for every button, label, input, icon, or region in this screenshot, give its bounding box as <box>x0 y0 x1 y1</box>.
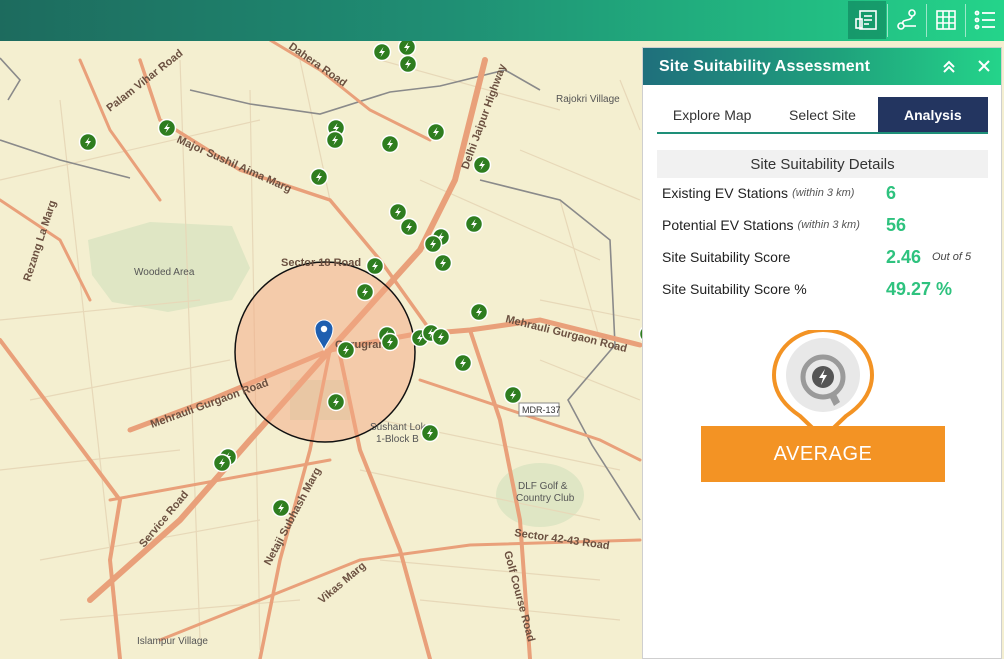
map-label: Sector 18 Road <box>281 257 361 269</box>
ev-station-icon[interactable] <box>399 217 419 237</box>
ev-station-icon[interactable] <box>380 134 400 154</box>
row-value: 6 <box>886 182 897 203</box>
ev-station-icon[interactable] <box>326 392 346 412</box>
report-icon[interactable] <box>848 1 886 39</box>
route-icon[interactable] <box>888 1 926 39</box>
map-label: Islampur Village <box>137 636 208 647</box>
map-label: 1-Block B <box>376 434 419 445</box>
row-value: 56 <box>886 214 907 235</box>
suitability-percent-row: Site Suitability Score % 49.27 % <box>662 277 992 301</box>
details-title: Site Suitability Details <box>657 150 988 178</box>
map-label: Rajokri Village <box>556 94 620 105</box>
ev-station-icon[interactable] <box>398 54 418 74</box>
row-note: (within 3 km) <box>797 219 860 231</box>
map-label: MDR-137 <box>522 405 561 415</box>
row-label: Potential EV Stations <box>662 217 794 233</box>
ev-station-icon[interactable] <box>78 132 98 152</box>
ev-station-icon[interactable] <box>355 282 375 302</box>
panel-title: Site Suitability Assessment <box>659 57 871 75</box>
map-label: DLF Golf & <box>518 481 568 492</box>
ev-station-icon[interactable] <box>336 340 356 360</box>
suitability-score-row: Site Suitability Score 2.46 Out of 5 <box>662 245 992 269</box>
ev-station-icon[interactable] <box>157 118 177 138</box>
ev-station-icon[interactable] <box>503 385 523 405</box>
tab-explore-map[interactable]: Explore Map <box>657 97 768 132</box>
row-value: 2.46 <box>886 246 922 267</box>
row-note: (within 3 km) <box>792 187 855 199</box>
row-label: Site Suitability Score <box>662 249 791 265</box>
ev-station-icon[interactable] <box>212 453 232 473</box>
ev-station-icon[interactable] <box>469 302 489 322</box>
ev-station-icon[interactable] <box>325 130 345 150</box>
existing-ev-row: Existing EV Stations (within 3 km) 6 <box>662 181 992 205</box>
ev-station-icon[interactable] <box>464 214 484 234</box>
panel-header: Site Suitability Assessment <box>643 48 1001 85</box>
ev-station-icon[interactable] <box>420 423 440 443</box>
list-icon[interactable] <box>966 1 1004 39</box>
search-radius-circle <box>234 261 416 443</box>
potential-ev-row: Potential EV Stations (within 3 km) 56 <box>662 213 992 237</box>
ev-station-icon[interactable] <box>380 332 400 352</box>
row-label: Site Suitability Score % <box>662 281 807 297</box>
ev-station-icon[interactable] <box>431 327 451 347</box>
rating-badge: AVERAGE <box>701 426 945 482</box>
map-label: Wooded Area <box>134 267 195 278</box>
collapse-icon[interactable] <box>939 56 959 76</box>
ev-station-icon[interactable] <box>426 122 446 142</box>
ev-station-icon[interactable] <box>423 234 443 254</box>
row-label: Existing EV Stations <box>662 185 789 201</box>
ev-station-icon[interactable] <box>433 253 453 273</box>
ev-station-icon[interactable] <box>472 155 492 175</box>
site-suitability-panel: Site Suitability Assessment Explore Map … <box>642 47 1002 659</box>
ev-station-icon[interactable] <box>271 498 291 518</box>
ev-station-icon[interactable] <box>365 256 385 276</box>
row-value: 49.27 % <box>886 278 953 299</box>
row-suffix: Out of 5 <box>932 251 972 263</box>
ev-station-icon[interactable] <box>453 353 473 373</box>
ev-station-icon[interactable] <box>388 202 408 222</box>
ev-station-icon[interactable] <box>372 42 392 62</box>
ev-station-icon[interactable] <box>309 167 329 187</box>
top-toolbar <box>0 0 1004 41</box>
grid-icon[interactable] <box>927 1 965 39</box>
map-label: Sushant Lok <box>370 422 427 433</box>
ev-station-icon[interactable] <box>397 37 417 57</box>
tab-select-site[interactable]: Select Site <box>767 97 878 132</box>
close-icon[interactable] <box>974 56 994 76</box>
tab-analysis[interactable]: Analysis <box>877 97 988 132</box>
map-label: Country Club <box>516 493 575 504</box>
panel-tabs: Explore Map Select Site Analysis <box>657 97 988 134</box>
